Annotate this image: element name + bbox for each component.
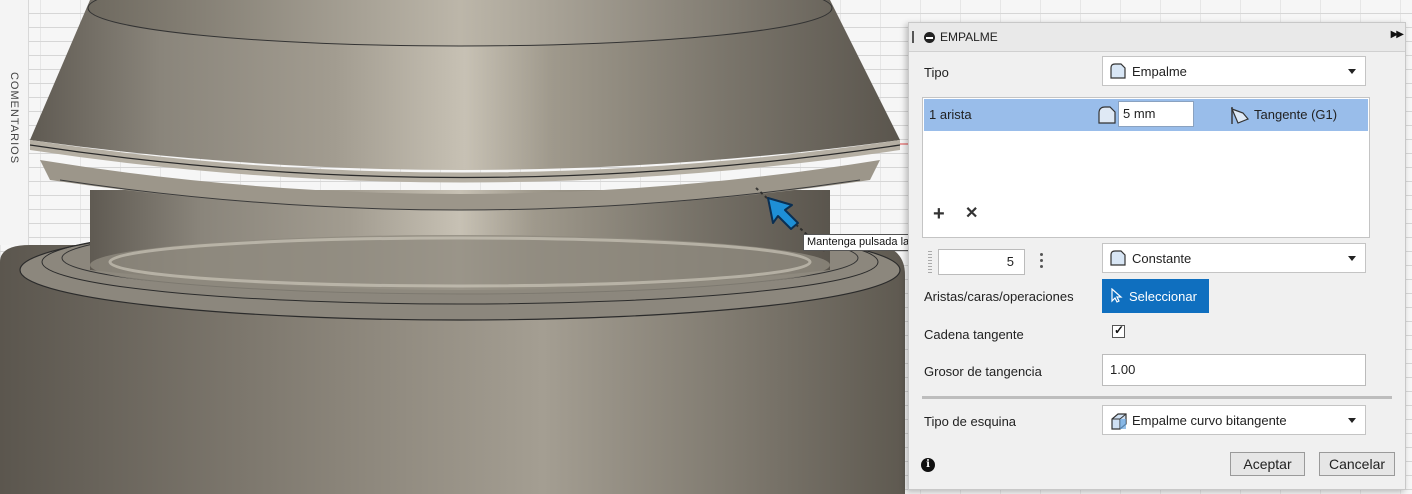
fillet-type-icon: [1110, 63, 1126, 79]
dialog-title: EMPALME: [940, 30, 998, 44]
type-value: Empalme: [1132, 64, 1187, 79]
tangency-weight-label: Grosor de tangencia: [924, 364, 1042, 379]
tangent-continuity-icon: [1230, 107, 1249, 124]
count-input[interactable]: 5: [938, 249, 1025, 275]
corner-setback-icon: [1111, 413, 1127, 430]
chevron-down-icon: [1348, 256, 1356, 261]
dialog-header[interactable]: EMPALME ▶▶: [909, 23, 1405, 52]
cancel-button[interactable]: Cancelar: [1319, 452, 1395, 476]
select-button[interactable]: Seleccionar: [1102, 279, 1209, 313]
type-label: Tipo: [924, 65, 949, 80]
expand-panel-icon[interactable]: ▶▶: [1391, 29, 1404, 40]
pointer-icon: [1111, 288, 1123, 303]
info-icon[interactable]: i: [921, 458, 935, 472]
tangent-chain-label: Cadena tangente: [924, 327, 1024, 342]
check-icon: ✓: [1114, 323, 1125, 337]
tangent-chain-checkbox[interactable]: ✓: [1112, 323, 1125, 338]
section-divider: [922, 396, 1392, 399]
corner-type-dropdown[interactable]: Empalme curvo bitangente: [1102, 405, 1366, 435]
edge-set-list[interactable]: 1 arista 5 mm Tangente (G1) + ✕: [922, 97, 1370, 238]
comments-tab-label: COMENTARIOS: [8, 71, 20, 165]
edge-set-label: 1 arista: [929, 107, 972, 122]
close-icon[interactable]: ✕: [965, 205, 978, 223]
chevron-down-icon: [1348, 69, 1356, 74]
collapse-icon[interactable]: [924, 32, 935, 43]
add-icon[interactable]: +: [933, 204, 945, 224]
type-dropdown[interactable]: Empalme: [1102, 56, 1366, 86]
comments-side-tab[interactable]: COMENTARIOS: [0, 0, 29, 245]
select-button-label: Seleccionar: [1129, 289, 1197, 304]
radius-type-value: Constante: [1132, 251, 1192, 266]
fillet-radius-icon: [1098, 106, 1116, 124]
row-drag-handle[interactable]: [928, 251, 932, 273]
drag-grip-icon[interactable]: [912, 31, 914, 43]
radius-input[interactable]: 5 mm: [1118, 101, 1194, 127]
edge-set-row[interactable]: 1 arista 5 mm Tangente (G1): [924, 99, 1368, 131]
fillet-dialog: EMPALME ▶▶ Tipo Empalme 1 arista 5 mm Ta…: [908, 22, 1406, 490]
continuity-value[interactable]: Tangente (G1): [1254, 107, 1337, 122]
corner-type-value: Empalme curvo bitangente: [1132, 413, 1287, 428]
ok-button[interactable]: Aceptar: [1230, 452, 1305, 476]
radius-type-dropdown[interactable]: Constante: [1102, 243, 1366, 273]
more-options-icon[interactable]: [1040, 253, 1044, 271]
selection-label: Aristas/caras/operaciones: [924, 289, 1074, 304]
tangency-weight-input[interactable]: 1.00: [1102, 354, 1366, 386]
corner-type-label: Tipo de esquina: [924, 414, 1017, 429]
chevron-down-icon: [1348, 418, 1356, 423]
constant-radius-icon: [1110, 250, 1126, 266]
